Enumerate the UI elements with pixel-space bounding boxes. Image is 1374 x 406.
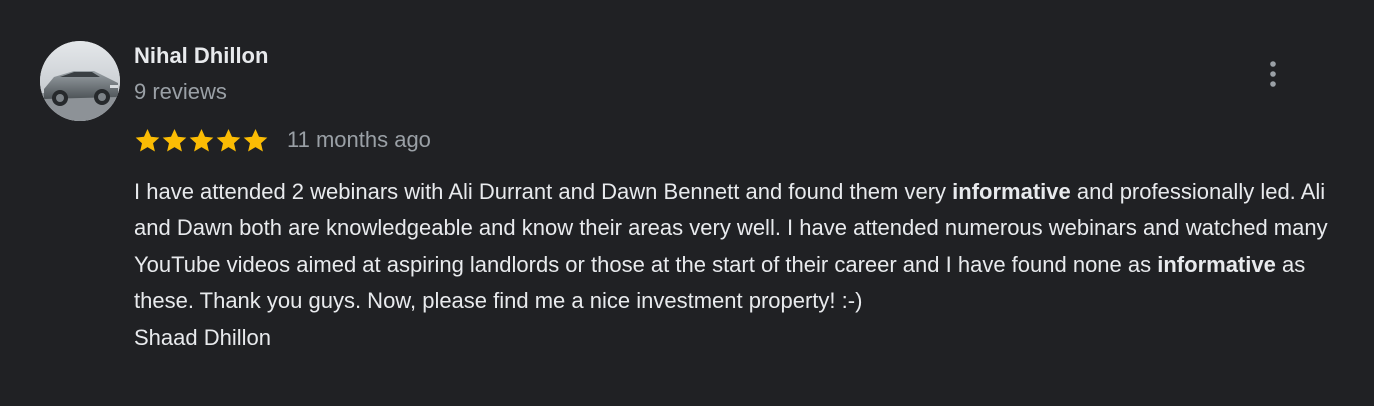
review-text-highlight: informative [952, 179, 1071, 204]
review-body: I have attended 2 webinars with Ali Durr… [134, 174, 1349, 356]
reviewer-name[interactable]: Nihal Dhillon [134, 42, 268, 70]
reviewer-avatar[interactable] [40, 41, 120, 121]
car-photo-avatar-icon [40, 41, 120, 121]
review-signature: Shaad Dhillon [134, 324, 271, 350]
review-text-segment: I have attended 2 webinars with Ali Durr… [134, 179, 953, 204]
review-paragraph: I have attended 2 webinars with Ali Durr… [134, 174, 1349, 320]
star-rating [134, 127, 269, 154]
reviewer-review-count[interactable]: 9 reviews [134, 78, 227, 106]
star-icon [243, 128, 268, 152]
review-text-highlight: informative [1157, 251, 1276, 277]
review-card: Nihal Dhillon 9 reviews 11 months ago I … [0, 0, 1374, 406]
star-icon [216, 128, 241, 152]
star-icon [135, 128, 160, 152]
rating-row: 11 months ago [134, 124, 431, 156]
star-icon [189, 128, 214, 152]
more-vert-icon [1270, 61, 1276, 87]
more-options-button[interactable] [1254, 55, 1292, 93]
review-time: 11 months ago [287, 127, 431, 152]
star-icon [162, 128, 187, 152]
